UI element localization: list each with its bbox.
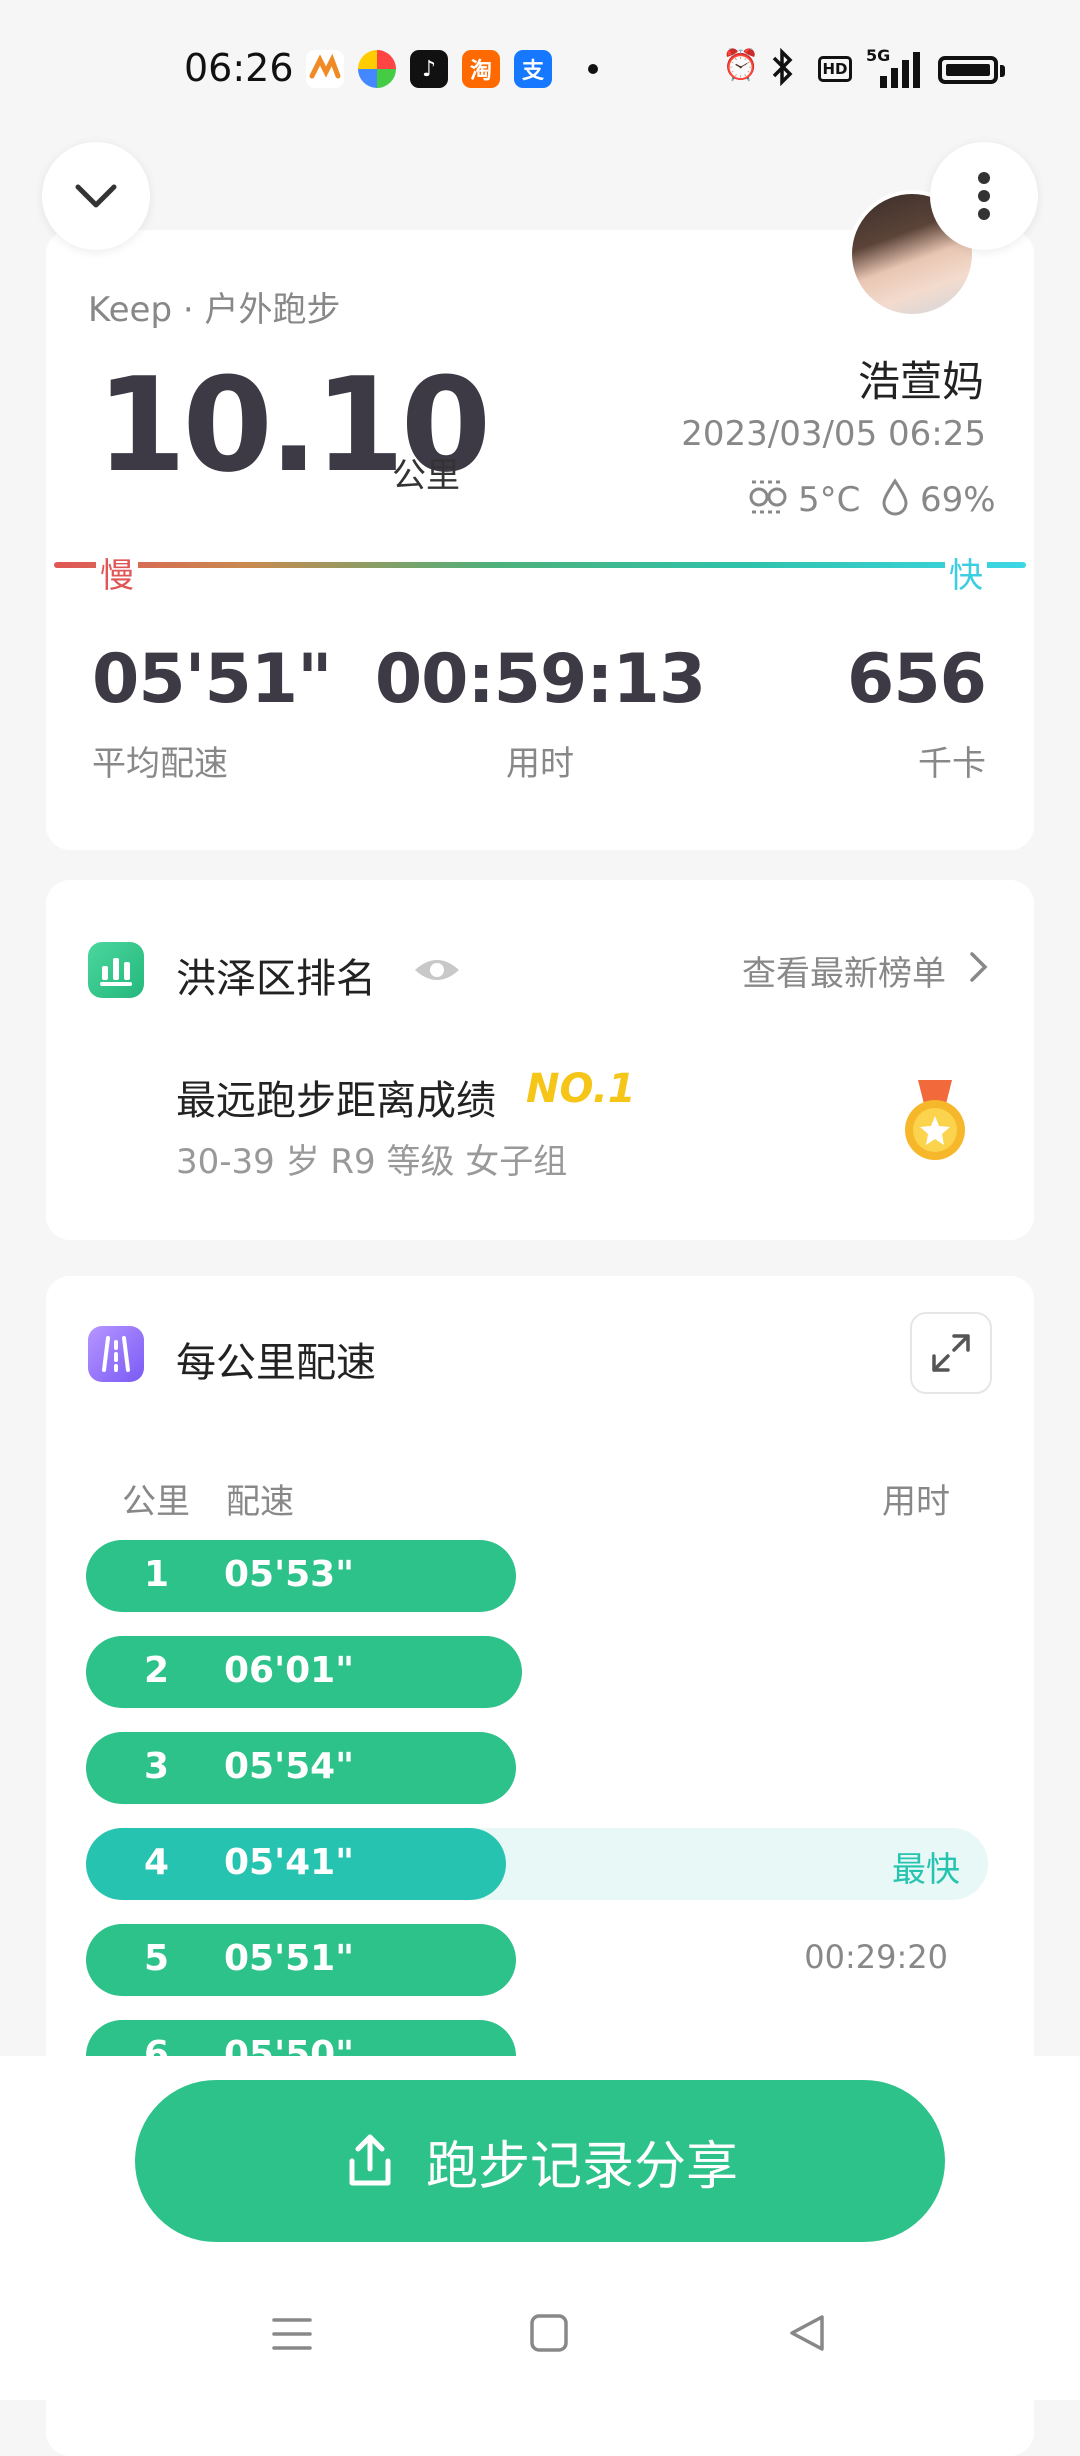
km-number: 1: [144, 1554, 170, 1595]
view-leaderboard-link[interactable]: 查看最新榜单: [742, 946, 946, 995]
km-pace: 05'50": [224, 2034, 354, 2056]
km-number: 5: [144, 1938, 170, 1979]
more-vertical-icon: [978, 172, 990, 220]
nav-menu-icon[interactable]: [270, 2314, 314, 2358]
pace-road-icon: [88, 1326, 144, 1382]
status-time: 06:26: [184, 46, 294, 90]
weather-icon: [748, 478, 788, 520]
nav-home-icon[interactable]: [528, 2312, 570, 2358]
share-button-label: 跑步记录分享: [425, 2136, 738, 2197]
bluetooth-icon: [768, 47, 798, 94]
km-number: 6: [144, 2034, 170, 2056]
km-number: 2: [144, 1650, 170, 1691]
battery-tip: [1000, 65, 1005, 77]
calories-value: 656: [847, 640, 987, 719]
notification-dot-icon: [588, 64, 598, 74]
signal-icon: [872, 52, 924, 92]
activity-datetime: 2023/03/05 06:25: [681, 414, 986, 454]
pace-title: 每公里配速: [176, 1340, 376, 1386]
km-pace: 05'53": [224, 1554, 354, 1595]
activity-source: Keep · 户外跑步: [88, 290, 341, 330]
fastest-label: 最快: [892, 1850, 960, 1890]
tiktok-icon: ♪: [410, 50, 448, 88]
expand-icon: [932, 1334, 970, 1372]
hd-icon: HD: [818, 56, 852, 82]
duration-label: 用时: [506, 744, 574, 784]
user-name: 浩萱妈: [857, 357, 984, 406]
share-icon: [349, 2134, 391, 2186]
pace-bar[interactable]: 2 06'01": [86, 1636, 522, 1708]
km-number: 4: [144, 1842, 170, 1883]
expand-button[interactable]: [910, 1312, 992, 1394]
battery-icon: [938, 56, 998, 84]
chevron-down-icon: [75, 184, 117, 208]
pace-list: 1 05'53" 2 06'01" 3 05'54" 4 05'41" 最快 5 05'51" 00:…: [86, 1540, 988, 2056]
collapse-button[interactable]: [42, 142, 150, 250]
humidity-icon: [880, 478, 910, 520]
visibility-eye-icon[interactable]: [412, 950, 462, 994]
rank-badge: NO.1: [526, 1066, 636, 1112]
pace-bar[interactable]: 4 05'41": [86, 1828, 506, 1900]
pace-bar[interactable]: 3 05'54": [86, 1732, 516, 1804]
gold-medal-icon: [900, 1078, 970, 1172]
nav-back-icon[interactable]: [786, 2312, 828, 2358]
avg-pace-label: 平均配速: [92, 744, 228, 784]
alipay-icon: 支: [514, 50, 552, 88]
km-pace: 06'01": [224, 1650, 354, 1691]
duration-value: 00:59:13: [374, 640, 706, 719]
km-pace: 05'51": [224, 1938, 354, 1979]
pace-bar[interactable]: 6 05'50": [86, 2020, 516, 2056]
alarm-icon: ⏰: [722, 48, 760, 83]
chevron-right-icon[interactable]: [968, 950, 990, 988]
pace-gradient-bar: [54, 562, 1026, 568]
achievement-text: 最远跑步距离成绩: [176, 1078, 496, 1124]
km-pace: 05'54": [224, 1746, 354, 1787]
ranking-card: [46, 880, 1034, 1240]
km-number: 3: [144, 1746, 170, 1787]
fast-label: 快: [945, 548, 987, 597]
col-header-pace: 配速: [226, 1482, 294, 1522]
humidity: 69%: [920, 480, 996, 520]
temperature: 5°C: [798, 480, 861, 520]
km-pace: 05'41": [224, 1842, 354, 1883]
status-bar: 06:26 ♪ 淘 支 ⏰ HD 5G: [0, 0, 1080, 140]
distance-unit: 公里: [392, 456, 460, 496]
more-options-button[interactable]: [930, 142, 1038, 250]
huawei-health-icon: [306, 50, 344, 88]
col-header-km: 公里: [122, 1482, 190, 1522]
colorful-app-icon: [358, 50, 396, 88]
pace-bar[interactable]: 5 05'51": [86, 1924, 516, 1996]
col-header-time: 用时: [882, 1482, 950, 1522]
ranking-chart-icon: [88, 942, 144, 998]
ranking-title: 洪泽区排名: [176, 956, 376, 1002]
pace-bar[interactable]: 1 05'53": [86, 1540, 516, 1612]
share-run-button[interactable]: 跑步记录分享: [135, 2080, 945, 2242]
avg-pace-value: 05'51": [92, 640, 333, 719]
cumulative-time: 00:29:20: [804, 1938, 948, 1976]
taobao-icon: 淘: [462, 50, 500, 88]
slow-label: 慢: [96, 548, 138, 597]
calories-label: 千卡: [918, 744, 986, 784]
ranking-group: 30-39 岁 R9 等级 女子组: [176, 1142, 568, 1182]
